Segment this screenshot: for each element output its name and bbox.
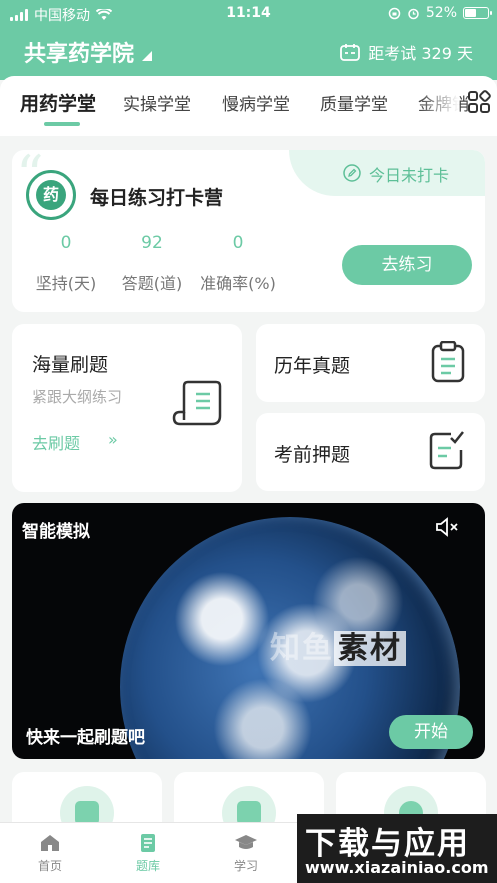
watermark-part-b: 素材 xyxy=(334,631,406,666)
site-watermark-text: 下载与应用 xyxy=(305,826,470,862)
exam-countdown[interactable]: 距考试 329 天 xyxy=(340,40,473,64)
stat-answered-label: 答题(道) xyxy=(121,274,183,293)
tabs-fade xyxy=(419,76,459,136)
status-bar: 中国移动 11:14 52% xyxy=(0,0,497,26)
past-papers-card[interactable]: 历年真题 xyxy=(256,324,485,402)
graduation-cap-icon xyxy=(235,835,257,849)
home-icon xyxy=(41,835,59,851)
checkin-status: 今日未打卡 xyxy=(369,166,450,185)
exam-countdown-label: 距考试 329 天 xyxy=(368,44,473,63)
start-button[interactable]: 开始 xyxy=(389,715,473,749)
stat-answered-value: 92 xyxy=(141,233,163,253)
question-bank-subtitle: 紧跟大纲练习 xyxy=(32,388,123,406)
nav-study-label: 学习 xyxy=(233,859,258,873)
go-questions-link[interactable]: 去刷题 xyxy=(32,430,80,454)
checkin-status-badge[interactable]: 今日未打卡 xyxy=(289,150,485,196)
clipboard-icon xyxy=(431,341,465,383)
video-watermark: 知鱼 素材 xyxy=(270,623,406,667)
edit-icon xyxy=(343,164,361,182)
academy-logo: 药 xyxy=(26,170,76,220)
smart-simulation-video[interactable]: 知鱼 素材 智能模拟 快来一起刷题吧 开始 xyxy=(12,503,485,759)
alarm-icon xyxy=(408,8,419,19)
tab-medication[interactable]: 用药学堂 xyxy=(20,89,96,116)
tab-chronic[interactable]: 慢病学堂 xyxy=(222,90,290,115)
checklist-icon xyxy=(429,431,464,470)
tab-practice[interactable]: 实操学堂 xyxy=(123,90,191,115)
pre-exam-card[interactable]: 考前押题 xyxy=(256,413,485,491)
double-chevron-right-icon: » xyxy=(108,430,118,449)
video-title: 智能模拟 xyxy=(22,522,90,542)
lock-rotation-icon xyxy=(388,7,401,19)
nav-study[interactable]: 学习 xyxy=(216,833,276,874)
past-papers-title: 历年真题 xyxy=(274,355,351,377)
nav-question-bank[interactable]: 题库 xyxy=(118,833,178,874)
dropdown-triangle-icon xyxy=(142,51,153,61)
tab-quality[interactable]: 质量学堂 xyxy=(320,90,388,115)
calendar-icon xyxy=(340,44,361,61)
stat-accuracy-value: 0 xyxy=(232,233,244,253)
question-bank-icon xyxy=(141,834,155,852)
question-bank-card[interactable]: 海量刷题 紧跟大纲练习 去刷题 » xyxy=(12,324,242,492)
category-tabs: 用药学堂 实操学堂 慢病学堂 质量学堂 金牌销 xyxy=(0,76,497,136)
battery-icon xyxy=(463,7,492,19)
document-scroll-icon xyxy=(172,380,222,426)
stat-days-value: 0 xyxy=(60,233,72,253)
page-title: 共享药学院 xyxy=(24,42,135,67)
site-watermark: 下载与应用 www.xiazainiao.com xyxy=(297,814,497,883)
question-bank-title: 海量刷题 xyxy=(32,354,109,376)
watermark-part-a: 知鱼 xyxy=(270,631,334,666)
video-subtitle: 快来一起刷题吧 xyxy=(26,728,145,748)
mute-icon[interactable] xyxy=(435,517,461,537)
logo-char: 药 xyxy=(36,180,66,210)
nav-question-bank-label: 题库 xyxy=(135,859,160,873)
site-watermark-url: www.xiazainiao.com xyxy=(305,858,489,877)
stat-accuracy-label: 准确率(%) xyxy=(200,274,276,293)
stat-days-label: 坚持(天) xyxy=(35,274,97,293)
school-selector[interactable]: 共享药学院 xyxy=(24,36,153,68)
pre-exam-title: 考前押题 xyxy=(274,444,351,466)
category-grid-icon[interactable] xyxy=(467,90,491,114)
go-practice-button[interactable]: 去练习 xyxy=(342,245,472,285)
active-tab-indicator xyxy=(44,122,80,126)
nav-home[interactable]: 首页 xyxy=(20,833,80,874)
checkin-title: 每日练习打卡营 xyxy=(90,187,224,209)
battery-percent: 52% xyxy=(425,5,457,21)
daily-checkin-card: “ 今日未打卡 药 每日练习打卡营 0 92 0 坚持(天) 答题(道) 准确率… xyxy=(12,150,485,312)
app-header: 中国移动 11:14 52% 共享药学院 距考试 329 天 xyxy=(0,0,497,80)
nav-home-label: 首页 xyxy=(37,859,62,873)
